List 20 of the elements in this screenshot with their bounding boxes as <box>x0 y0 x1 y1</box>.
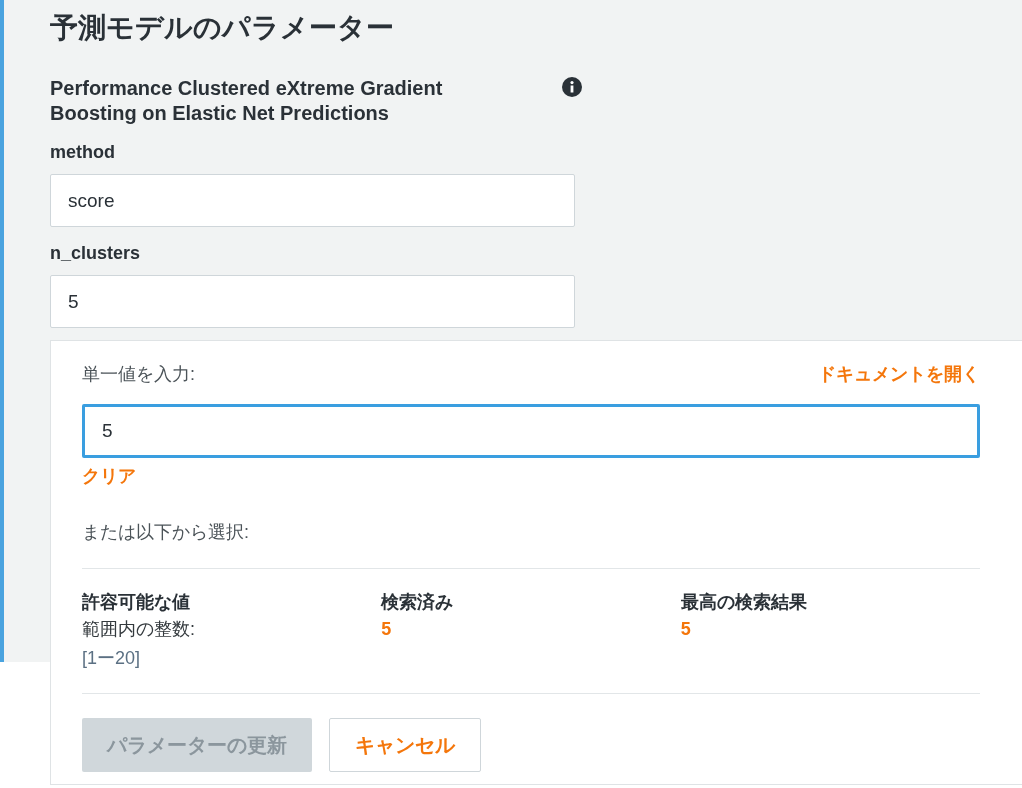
column-heading: 検索済み <box>381 591 454 614</box>
clear-link[interactable]: クリア <box>82 464 136 488</box>
column-value: 5 <box>381 618 392 641</box>
column-heading: 最高の検索結果 <box>680 591 807 614</box>
field-label: n_clusters <box>50 242 141 265</box>
input-label: 単一値を入力: <box>82 363 195 386</box>
column-value: 5 <box>680 618 691 641</box>
column-value: [1ー20] <box>82 647 141 670</box>
column-value: 範囲内の整数: <box>82 618 195 641</box>
model-name: Performance Clustered eXtreme Gradient Boosting on Elastic Net Predictions <box>50 76 444 126</box>
column-heading: 許容可能な値 <box>82 591 190 614</box>
input-field[interactable]: 5 <box>50 275 575 328</box>
input-field[interactable]: score <box>50 174 575 227</box>
info-icon[interactable] <box>562 77 582 97</box>
docs-link[interactable]: ドキュメントを開く <box>818 361 980 388</box>
field-label: method <box>50 141 115 164</box>
choose-label: または以下から選択: <box>82 521 249 544</box>
page-title: 予測モデルのパラメーター <box>50 11 394 45</box>
input-field[interactable]: 5 <box>82 404 980 458</box>
cancel-button[interactable]: キャンセル <box>329 718 481 772</box>
